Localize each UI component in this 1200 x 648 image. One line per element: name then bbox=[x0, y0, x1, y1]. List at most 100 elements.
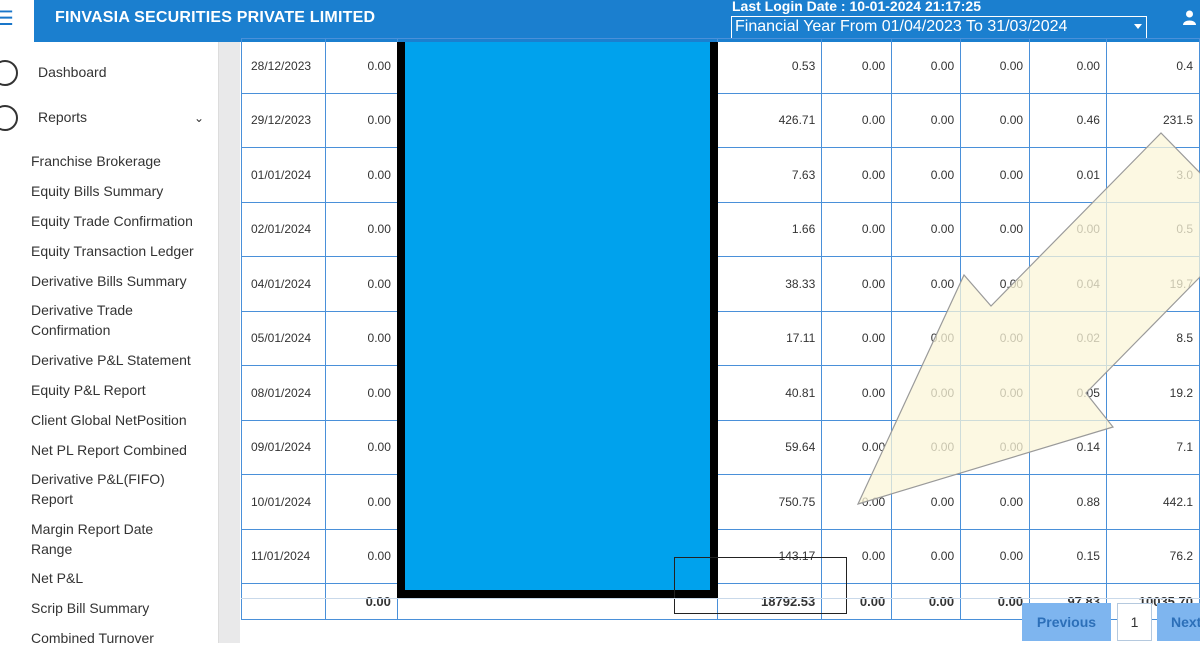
table-cell: 0.00 bbox=[821, 147, 893, 203]
table-cell: 0.14 bbox=[1029, 419, 1107, 475]
table-cell: 0.00 bbox=[324, 201, 398, 257]
sidebar-subitem-net-pl-report-combined[interactable]: Net PL Report Combined bbox=[31, 440, 211, 460]
table-row: 01/01/2024 0.00 7.63 0.00 0.00 0.00 0.01 3.0 bbox=[241, 147, 1200, 203]
sidebar-scrollbar[interactable] bbox=[218, 42, 240, 643]
table-cell: 0.00 bbox=[324, 474, 398, 530]
sidebar-subitem-derivative-trade-confirmation[interactable]: Derivative Trade Confirmation bbox=[31, 300, 181, 340]
table-cell: 0.00 bbox=[960, 92, 1031, 148]
table-cell: 0.00 bbox=[891, 310, 962, 366]
table-cell: 17.11 bbox=[717, 310, 823, 366]
financial-year-select[interactable]: Financial Year From 01/04/2023 To 31/03/… bbox=[731, 16, 1147, 39]
table-cell: 0.00 bbox=[821, 310, 893, 366]
date-cell: 05/01/2024 bbox=[241, 310, 326, 366]
date-cell: 11/01/2024 bbox=[241, 528, 326, 584]
table-cell: 3.0 bbox=[1105, 147, 1200, 203]
table-cell: 0.05 bbox=[1029, 365, 1107, 421]
table-cell: 0.00 bbox=[960, 474, 1031, 530]
header-bar: FINVASIA SECURITIES PRIVATE LIMITED Last… bbox=[34, 0, 1200, 42]
sidebar-subitem-combined-turnover[interactable]: Combined Turnover bbox=[31, 628, 211, 648]
table-cell: 0.00 bbox=[821, 256, 893, 312]
table-cell: 0.00 bbox=[324, 256, 398, 312]
date-cell: 08/01/2024 bbox=[241, 365, 326, 421]
sidebar-subitem-equity-bills-summary[interactable]: Equity Bills Summary bbox=[31, 181, 211, 201]
table-cell: 0.00 bbox=[891, 38, 962, 94]
table-cell: 0.00 bbox=[891, 528, 962, 584]
table-cell: 0.00 bbox=[324, 92, 398, 148]
sidebar-item-dashboard[interactable]: Dashboard bbox=[0, 60, 218, 90]
table-cell: 0.53 bbox=[717, 38, 823, 94]
sidebar-subitem-margin-report-date-range[interactable]: Margin Report Date Range bbox=[31, 519, 181, 559]
table-cell: 0.46 bbox=[1029, 92, 1107, 148]
previous-button[interactable]: Previous bbox=[1022, 603, 1111, 641]
table-cell: 0.00 bbox=[324, 147, 398, 203]
table-cell: 38.33 bbox=[717, 256, 823, 312]
table-cell: 0.00 bbox=[960, 365, 1031, 421]
table-cell: 0.00 bbox=[324, 310, 398, 366]
redaction-block bbox=[397, 42, 718, 598]
table-cell: 0.4 bbox=[1105, 38, 1200, 94]
hamburger-menu-icon[interactable]: ☰ bbox=[0, 6, 14, 30]
table-cell: 0.15 bbox=[1029, 528, 1107, 584]
menu-toggle-area[interactable]: ☰ bbox=[0, 0, 34, 42]
report-content: 28/12/2023 0.00 0.53 0.00 0.00 0.00 0.00 0.4 29/… bbox=[241, 38, 1200, 643]
reports-icon bbox=[0, 105, 18, 131]
next-button[interactable]: Next bbox=[1157, 603, 1200, 641]
date-cell: 10/01/2024 bbox=[241, 474, 326, 530]
table-row: 09/01/2024 0.00 59.64 0.00 0.00 0.00 0.14 7.1 bbox=[241, 419, 1200, 475]
date-cell: 01/01/2024 bbox=[241, 147, 326, 203]
table-cell: 0.5 bbox=[1105, 201, 1200, 257]
table-cell: 0.00 bbox=[1029, 38, 1107, 94]
dropdown-caret-icon bbox=[1134, 24, 1142, 29]
sidebar-subitem-equity-trade-confirmation[interactable]: Equity Trade Confirmation bbox=[31, 211, 211, 231]
date-cell: 09/01/2024 bbox=[241, 419, 326, 475]
date-cell: 02/01/2024 bbox=[241, 201, 326, 257]
table-cell: 76.2 bbox=[1105, 528, 1200, 584]
table-row: 29/12/2023 0.00 426.71 0.00 0.00 0.00 0.46 231.… bbox=[241, 92, 1200, 148]
table-cell: 0.00 bbox=[891, 201, 962, 257]
table-cell: 0.04 bbox=[1029, 256, 1107, 312]
table-cell: 0.00 bbox=[821, 419, 893, 475]
sidebar-subitem-client-global-netposition[interactable]: Client Global NetPosition bbox=[31, 410, 211, 430]
table-row: 04/01/2024 0.00 38.33 0.00 0.00 0.00 0.04 19.7 bbox=[241, 256, 1200, 312]
table-cell: 0.00 bbox=[324, 38, 398, 94]
financial-year-value: Financial Year From 01/04/2023 To 31/03/… bbox=[735, 18, 1068, 35]
sidebar-subitem-net-pl[interactable]: Net P&L bbox=[31, 568, 211, 588]
report-table: 28/12/2023 0.00 0.53 0.00 0.00 0.00 0.00 0.4 29/… bbox=[241, 38, 1200, 620]
table-cell: 0.00 bbox=[324, 419, 398, 475]
sidebar-subitem-equity-transaction-ledger[interactable]: Equity Transaction Ledger bbox=[31, 241, 211, 261]
user-icon[interactable] bbox=[1183, 10, 1196, 25]
table-cell: 426.71 bbox=[717, 92, 823, 148]
table-cell: 0.00 bbox=[891, 474, 962, 530]
table-cell: 19.2 bbox=[1105, 365, 1200, 421]
table-cell: 59.64 bbox=[717, 419, 823, 475]
table-cell: 7.63 bbox=[717, 147, 823, 203]
sidebar-item-reports[interactable]: Reports ⌄ bbox=[0, 105, 218, 135]
table-cell: 0.00 bbox=[324, 365, 398, 421]
page-1-button[interactable]: 1 bbox=[1117, 603, 1152, 641]
table-cell: 0.00 bbox=[891, 92, 962, 148]
table-cell: 0.00 bbox=[821, 365, 893, 421]
table-row: 02/01/2024 0.00 1.66 0.00 0.00 0.00 0.00 0.5 bbox=[241, 201, 1200, 257]
pagination: Previous 1 Next bbox=[241, 598, 1200, 643]
sidebar-item-label: Reports bbox=[38, 109, 88, 125]
table-row: 28/12/2023 0.00 0.53 0.00 0.00 0.00 0.00 0.4 bbox=[241, 38, 1200, 94]
sidebar-subitem-franchise-brokerage[interactable]: Franchise Brokerage bbox=[31, 151, 211, 171]
sidebar-subitem-derivative-pl-statement[interactable]: Derivative P&L Statement bbox=[31, 350, 211, 370]
sidebar: Dashboard Reports ⌄ Franchise Brokerage … bbox=[0, 42, 218, 646]
table-cell: 0.00 bbox=[891, 256, 962, 312]
table-cell: 750.75 bbox=[717, 474, 823, 530]
sidebar-subitem-derivative-pl-fifo-report[interactable]: Derivative P&L(FIFO) Report bbox=[31, 469, 181, 509]
sidebar-subitem-scrip-bill-summary[interactable]: Scrip Bill Summary bbox=[31, 598, 211, 618]
table-cell: 0.00 bbox=[891, 365, 962, 421]
table-cell: 231.5 bbox=[1105, 92, 1200, 148]
sidebar-subitem-equity-pl-report[interactable]: Equity P&L Report bbox=[31, 380, 211, 400]
table-cell: 0.01 bbox=[1029, 147, 1107, 203]
table-cell: 0.00 bbox=[821, 474, 893, 530]
table-cell: 0.00 bbox=[821, 201, 893, 257]
sidebar-subitem-derivative-bills-summary[interactable]: Derivative Bills Summary bbox=[31, 271, 211, 291]
table-cell: 0.00 bbox=[891, 147, 962, 203]
table-row: 08/01/2024 0.00 40.81 0.00 0.00 0.00 0.05 19.2 bbox=[241, 365, 1200, 421]
table-cell: 442.1 bbox=[1105, 474, 1200, 530]
last-login-date: Last Login Date : 10-01-2024 21:17:25 bbox=[732, 0, 981, 14]
table-cell: 19.7 bbox=[1105, 256, 1200, 312]
